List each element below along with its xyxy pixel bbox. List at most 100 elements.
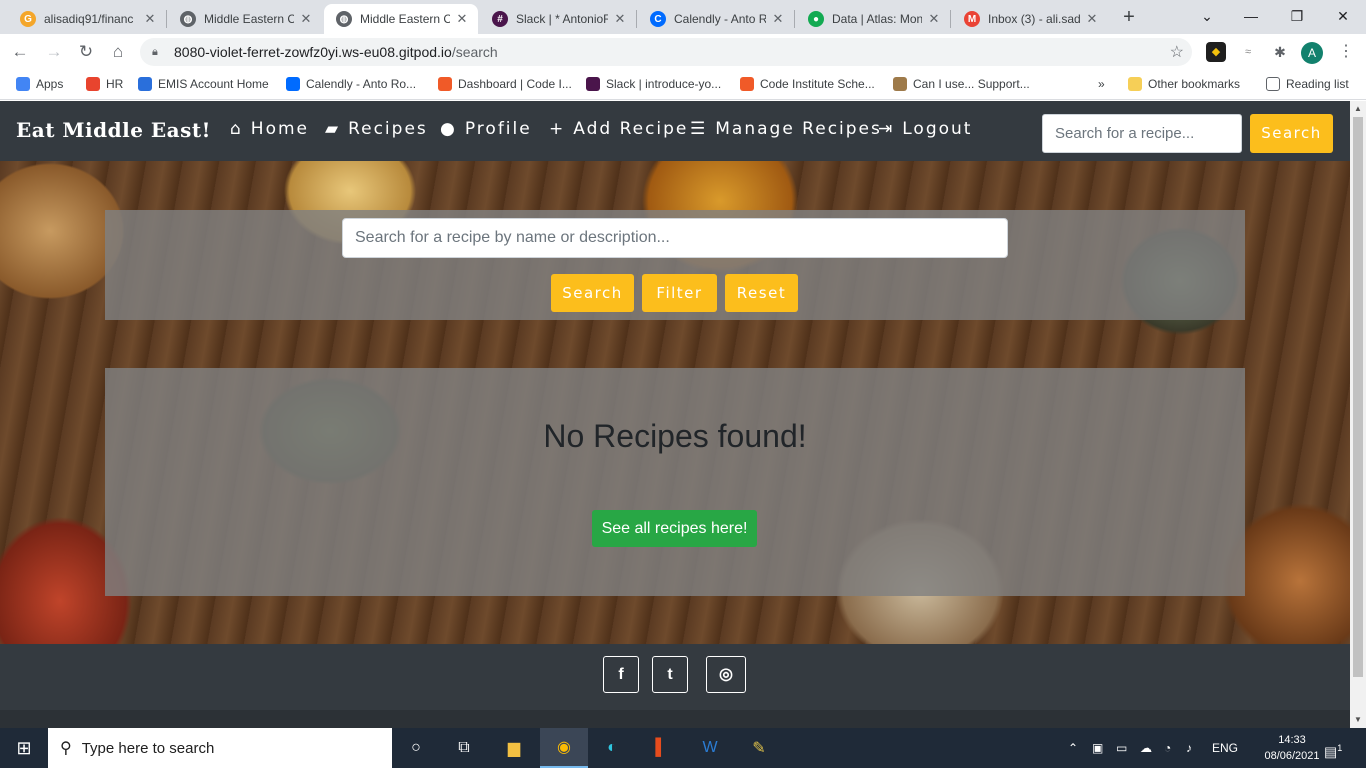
bookmarks-overflow-button[interactable]: » bbox=[1098, 77, 1105, 91]
windows-start-icon[interactable]: ⊞ bbox=[0, 728, 48, 768]
nav-link-label: Add Recipe bbox=[573, 119, 689, 139]
tab-close-icon[interactable]: ✕ bbox=[612, 11, 628, 27]
tab-separator bbox=[950, 10, 951, 28]
browser-tab[interactable]: M Inbox (3) - ali.sad ✕ bbox=[952, 4, 1108, 34]
tab-search-icon[interactable]: ⌄ bbox=[1184, 0, 1230, 34]
wifi-icon[interactable]: ◔ bbox=[1164, 728, 1171, 768]
other-bookmarks[interactable]: Other bookmarks bbox=[1128, 77, 1240, 91]
tray-chevron-icon[interactable]: ⌃ bbox=[1068, 728, 1078, 768]
bookmark-favicon-icon bbox=[286, 77, 300, 91]
chrome-icon[interactable]: ◉ bbox=[540, 728, 588, 768]
reading-list-label: Reading list bbox=[1286, 77, 1349, 91]
battery-icon[interactable]: ▭ bbox=[1116, 728, 1127, 768]
site-navbar: Eat Middle East! ⌂ Home ▰ Recipes ● Profile + A… bbox=[0, 101, 1350, 161]
nav-link-logout[interactable]: ⇥ Logout bbox=[878, 119, 972, 139]
home-icon[interactable]: ⌂ bbox=[106, 40, 130, 64]
bookmark-item[interactable]: Code Institute Sche... bbox=[740, 77, 875, 91]
instagram-icon[interactable]: ◎ bbox=[706, 656, 746, 693]
tab-separator bbox=[794, 10, 795, 28]
search-button[interactable]: Search bbox=[551, 274, 634, 312]
taskbar-search-box[interactable]: ⚲ Type here to search bbox=[48, 728, 392, 768]
scroll-down-icon[interactable]: ▼ bbox=[1350, 712, 1366, 728]
back-icon[interactable]: ← bbox=[8, 40, 32, 64]
bookmark-item[interactable]: Can I use... Support... bbox=[893, 77, 1030, 91]
nav-search-button[interactable]: Search bbox=[1250, 114, 1333, 153]
bookmark-item[interactable]: Slack | introduce-yo... bbox=[586, 77, 721, 91]
edge-icon[interactable]: ◐ bbox=[588, 728, 636, 768]
reload-icon[interactable]: ↻ bbox=[74, 40, 98, 64]
office-icon[interactable]: ▌ bbox=[637, 728, 685, 768]
tab-close-icon[interactable]: ✕ bbox=[1084, 11, 1100, 27]
notification-icon[interactable]: ▤1 bbox=[1324, 728, 1342, 768]
bookmark-item[interactable]: Apps bbox=[16, 77, 63, 91]
nav-link-home[interactable]: ⌂ Home bbox=[230, 119, 309, 139]
tab-close-icon[interactable]: ✕ bbox=[770, 11, 786, 27]
bookmark-item[interactable]: Calendly - Anto Ro... bbox=[286, 77, 416, 91]
tab-close-icon[interactable]: ✕ bbox=[298, 11, 314, 27]
nav-link-recipes[interactable]: ▰ Recipes bbox=[325, 119, 428, 139]
scroll-thumb[interactable] bbox=[1353, 117, 1363, 677]
file-explorer-icon[interactable]: ▆ bbox=[490, 728, 538, 768]
browser-tab[interactable]: ◍ Middle Eastern C ✕ bbox=[168, 4, 322, 34]
taskbar-clock[interactable]: 14:33 08/06/2021 bbox=[1264, 732, 1320, 764]
bookmark-item[interactable]: Dashboard | Code I... bbox=[438, 77, 572, 91]
browser-menu-icon[interactable]: ⋮ bbox=[1336, 42, 1356, 62]
tab-separator bbox=[636, 10, 637, 28]
tab-favicon-icon: M bbox=[964, 11, 980, 27]
browser-tab[interactable]: Galisadiq91/financ ✕ bbox=[8, 4, 166, 34]
recipes-icon: ▰ bbox=[325, 119, 341, 139]
tab-close-icon[interactable]: ✕ bbox=[926, 11, 942, 27]
see-all-recipes-button[interactable]: See all recipes here! bbox=[592, 510, 757, 547]
reading-list-icon bbox=[1266, 77, 1280, 91]
task-view-icon[interactable]: ⧉ bbox=[440, 728, 488, 768]
browser-toolbar: ← → ↻ ⌂ 🔒︎ 8080-violet-ferret-zowfz0yi.w… bbox=[0, 34, 1366, 70]
filter-button[interactable]: Filter bbox=[642, 274, 717, 312]
reading-list[interactable]: Reading list bbox=[1266, 77, 1349, 91]
bookmark-item[interactable]: EMIS Account Home bbox=[138, 77, 269, 91]
extension-icon[interactable]: ◆ bbox=[1206, 42, 1226, 62]
bookmark-item[interactable]: HR bbox=[86, 77, 123, 91]
browser-tab[interactable]: # Slack | * AntonioR ✕ bbox=[480, 4, 636, 34]
scroll-up-icon[interactable]: ▲ bbox=[1350, 101, 1366, 117]
footer-bottom-strip bbox=[0, 710, 1350, 728]
profile-avatar[interactable]: A bbox=[1301, 42, 1323, 64]
bookmark-favicon-icon bbox=[86, 77, 100, 91]
tab-favicon-icon: ◍ bbox=[180, 11, 196, 27]
browser-tab[interactable]: C Calendly - Anto R ✕ bbox=[638, 4, 794, 34]
word-icon[interactable]: W bbox=[686, 728, 734, 768]
language-indicator[interactable]: ENG bbox=[1212, 728, 1238, 768]
tab-favicon-icon: G bbox=[20, 11, 36, 27]
nav-search-input[interactable]: Search for a recipe... bbox=[1042, 114, 1242, 153]
meet-now-icon[interactable]: ▣ bbox=[1092, 728, 1103, 768]
bookmark-star-icon[interactable]: ☆ bbox=[1170, 42, 1184, 62]
twitter-icon[interactable]: t bbox=[652, 656, 688, 693]
extension-2-icon[interactable]: ≈ bbox=[1238, 42, 1258, 62]
onedrive-icon[interactable]: ☁ bbox=[1140, 728, 1152, 768]
recipe-search-input[interactable]: Search for a recipe by name or descripti… bbox=[342, 218, 1008, 258]
address-bar[interactable]: 🔒︎ 8080-violet-ferret-zowfz0yi.ws-eu08.g… bbox=[140, 38, 1192, 66]
restore-button[interactable]: ❐ bbox=[1274, 0, 1320, 34]
volume-icon[interactable]: ♪ bbox=[1186, 728, 1192, 768]
taskbar-search-placeholder: Type here to search bbox=[81, 739, 215, 757]
reset-button[interactable]: Reset bbox=[725, 274, 798, 312]
tab-favicon-icon: C bbox=[650, 11, 666, 27]
paint-icon[interactable]: ✎ bbox=[735, 728, 783, 768]
new-tab-button[interactable]: + bbox=[1118, 6, 1140, 28]
facebook-icon[interactable]: f bbox=[603, 656, 639, 693]
cortana-icon[interactable]: ○ bbox=[392, 728, 440, 768]
extensions-puzzle-icon[interactable]: ✱ bbox=[1270, 42, 1290, 62]
forward-icon[interactable]: → bbox=[42, 40, 66, 64]
browser-tab[interactable]: ● Data | Atlas: Mon ✕ bbox=[796, 4, 950, 34]
close-window-button[interactable]: ✕ bbox=[1320, 0, 1366, 34]
nav-link-add-recipe[interactable]: + Add Recipe bbox=[549, 119, 688, 139]
site-brand[interactable]: Eat Middle East! bbox=[16, 118, 211, 142]
tab-close-icon[interactable]: ✕ bbox=[142, 11, 158, 27]
nav-link-manage-recipes[interactable]: ☰ Manage Recipes bbox=[690, 119, 882, 139]
tab-close-icon[interactable]: ✕ bbox=[454, 11, 470, 27]
nav-link-profile[interactable]: ● Profile bbox=[440, 119, 532, 139]
minimize-button[interactable]: — bbox=[1228, 0, 1274, 34]
page-scrollbar[interactable]: ▲ ▼ bbox=[1350, 101, 1366, 728]
url-path: /search bbox=[451, 44, 498, 60]
tab-separator bbox=[166, 10, 167, 28]
browser-tab[interactable]: ◍ Middle Eastern C ✕ bbox=[324, 4, 478, 34]
